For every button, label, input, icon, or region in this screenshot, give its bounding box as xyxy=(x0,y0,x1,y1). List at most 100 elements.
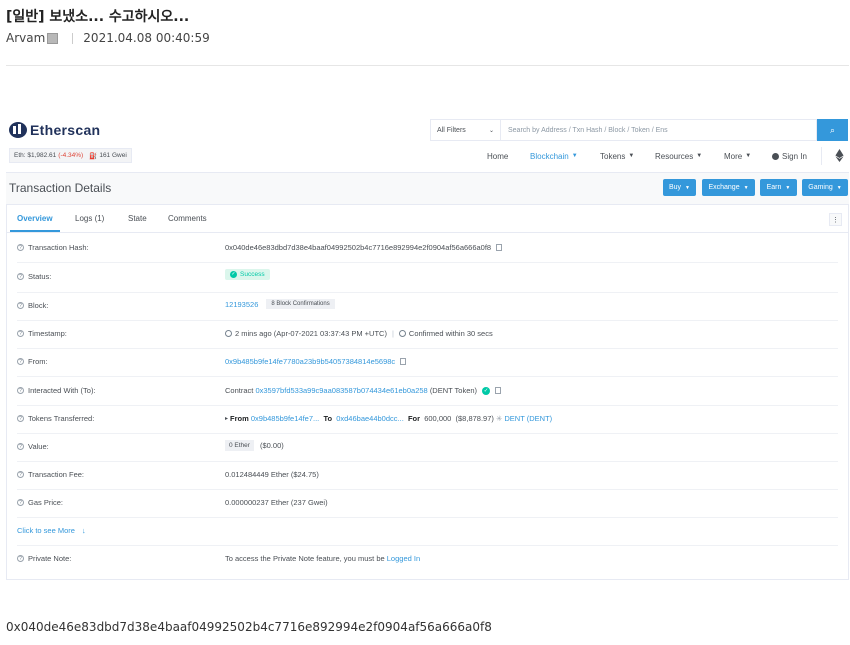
interacted-label-text: Interacted With (To): xyxy=(28,386,96,395)
fee-label-text: Transaction Fee: xyxy=(28,470,84,479)
block-number-link[interactable]: 12193526 xyxy=(225,300,258,309)
nav-sign-in[interactable]: Sign In xyxy=(772,147,807,165)
fee-label: ? Transaction Fee: xyxy=(17,470,84,479)
tokens-usd: ($8,878.97) xyxy=(455,414,494,423)
search-button[interactable]: ⌕ xyxy=(817,119,848,141)
help-icon[interactable]: ? xyxy=(17,302,24,309)
row-divider xyxy=(17,376,838,377)
row-divider xyxy=(17,461,838,462)
copy-icon[interactable] xyxy=(400,358,407,365)
tx-hash-label: ? Transaction Hash: xyxy=(17,243,89,252)
token-name-link[interactable]: DENT (DENT) xyxy=(504,414,552,423)
user-level-icon xyxy=(47,32,59,44)
nav-resources-label: Resources xyxy=(655,151,694,161)
block-confirmations-badge: 8 Block Confirmations xyxy=(266,299,335,309)
row-divider xyxy=(17,292,838,293)
row-divider xyxy=(17,262,838,263)
chevron-down-icon: ▼ xyxy=(696,153,703,159)
tokens-to-link[interactable]: 0xd46bae44b0dcc... xyxy=(336,414,404,423)
earn-button[interactable]: Earn ▼ xyxy=(760,179,797,196)
copy-icon[interactable] xyxy=(496,244,503,251)
row-divider xyxy=(17,433,838,434)
chevron-down-icon: ▼ xyxy=(745,153,752,159)
timestamp-value: 2 mins ago (Apr-07-2021 03:37:43 PM +UTC… xyxy=(225,329,493,338)
copy-icon[interactable] xyxy=(495,387,502,394)
post-author[interactable]: Arvam xyxy=(6,31,45,45)
post-hash-text: 0x040de46e83dbd7d38e4baaf04992502b4c7716… xyxy=(6,620,492,634)
tx-hash-text: 0x040de46e83dbd7d38e4baaf04992502b4c7716… xyxy=(225,243,492,252)
tab-logs[interactable]: Logs (1) xyxy=(75,205,104,232)
chevron-down-icon: ▼ xyxy=(743,184,749,191)
chevron-down-icon: ▼ xyxy=(836,184,842,191)
chevron-down-icon: ▼ xyxy=(571,153,578,159)
nav-more-label: More xyxy=(724,151,743,161)
header-divider xyxy=(6,65,849,66)
help-icon[interactable]: ? xyxy=(17,358,24,365)
contract-address-link[interactable]: 0x3597bfd533a99c9aa083587b074434e61eb0a2… xyxy=(255,386,427,395)
nav-tokens[interactable]: Tokens ▼ xyxy=(600,147,634,165)
search-icon: ⌕ xyxy=(829,124,836,135)
from-address-link[interactable]: 0x9b485b9fe14fe7780a23b9b54057384814e569… xyxy=(225,357,395,366)
help-icon[interactable]: ? xyxy=(17,471,24,478)
exchange-button-label: Exchange xyxy=(708,184,740,191)
fee-value: 0.012484449 Ether ($24.75) xyxy=(225,470,319,479)
status-badge-text: Success xyxy=(240,271,265,278)
post-date: 2021.04.08 00:40:59 xyxy=(83,31,210,45)
tokens-from-link[interactable]: 0x9b485b9fe14fe7... xyxy=(251,414,319,423)
status-value: ✓ Success xyxy=(225,269,270,280)
check-circle-icon: ✓ xyxy=(230,271,237,278)
tokens-for-label: For xyxy=(407,414,421,423)
search-filter-label: All Filters xyxy=(437,126,466,134)
gas-price-ticker: 161 Gwei xyxy=(99,152,127,159)
timestamp-divider: | xyxy=(391,329,394,338)
clock-icon xyxy=(398,330,406,337)
nav-more[interactable]: More ▼ xyxy=(724,147,751,165)
row-divider xyxy=(17,545,838,546)
tokens-to-label: To xyxy=(323,414,333,423)
row-divider xyxy=(17,517,838,518)
help-icon[interactable]: ? xyxy=(17,443,24,450)
page-title: Transaction Details xyxy=(9,181,112,195)
etherscan-screenshot: Etherscan Eth: $1,982.61 (-4.34%) ⛽ 161 … xyxy=(6,116,849,580)
help-icon[interactable]: ? xyxy=(17,330,24,337)
help-icon[interactable]: ? xyxy=(17,273,24,280)
nav-home[interactable]: Home xyxy=(487,147,508,165)
tx-hash-label-text: Transaction Hash: xyxy=(28,243,89,252)
nav-resources[interactable]: Resources ▼ xyxy=(655,147,702,165)
clock-icon xyxy=(225,330,232,337)
logged-in-link[interactable]: Logged In xyxy=(387,554,420,563)
tab-comments[interactable]: Comments xyxy=(168,205,207,232)
tab-state[interactable]: State xyxy=(128,205,147,232)
exchange-button[interactable]: Exchange ▼ xyxy=(702,179,755,196)
post-title: [일반] 보냈소... 수고하시오... xyxy=(6,9,190,25)
earn-button-label: Earn xyxy=(766,184,782,191)
active-tab-indicator xyxy=(10,230,60,232)
ethereum-icon[interactable] xyxy=(835,149,844,162)
post-meta: Arvam 2021.04.08 00:40:59 xyxy=(6,31,210,45)
block-value: 12193526 8 Block Confirmations xyxy=(225,299,335,309)
help-icon[interactable]: ? xyxy=(17,415,24,422)
gas-price-label-text: Gas Price: xyxy=(28,498,64,507)
block-label-text: Block: xyxy=(28,301,49,310)
row-divider xyxy=(17,489,838,490)
click-to-see-more[interactable]: Click to see More ↓ xyxy=(17,526,86,535)
help-icon[interactable]: ? xyxy=(17,555,24,562)
search-filter-select[interactable]: All Filters ⌄ xyxy=(430,119,500,141)
gaming-button[interactable]: Gaming ▼ xyxy=(802,179,848,196)
chevron-down-icon: ⌄ xyxy=(488,127,494,134)
help-icon[interactable]: ? xyxy=(17,387,24,394)
tab-overview[interactable]: Overview xyxy=(17,205,53,232)
more-options-icon[interactable]: ⋮ xyxy=(829,213,842,226)
etherscan-logo[interactable]: Etherscan xyxy=(9,122,100,138)
private-note-label-text: Private Note: xyxy=(28,554,72,563)
value-label-text: Value: xyxy=(28,442,49,451)
ether-value-chip: 0 Ether xyxy=(225,440,254,451)
nav-blockchain[interactable]: Blockchain ▼ xyxy=(530,147,578,165)
help-icon[interactable]: ? xyxy=(17,499,24,506)
buy-button[interactable]: Buy ▼ xyxy=(663,179,696,196)
help-icon[interactable]: ? xyxy=(17,244,24,251)
private-note-text: To access the Private Note feature, you … xyxy=(225,554,385,563)
arrow-down-icon: ↓ xyxy=(81,526,86,535)
etherscan-logo-text: Etherscan xyxy=(30,122,101,138)
search-input[interactable]: Search by Address / Txn Hash / Block / T… xyxy=(500,119,817,141)
